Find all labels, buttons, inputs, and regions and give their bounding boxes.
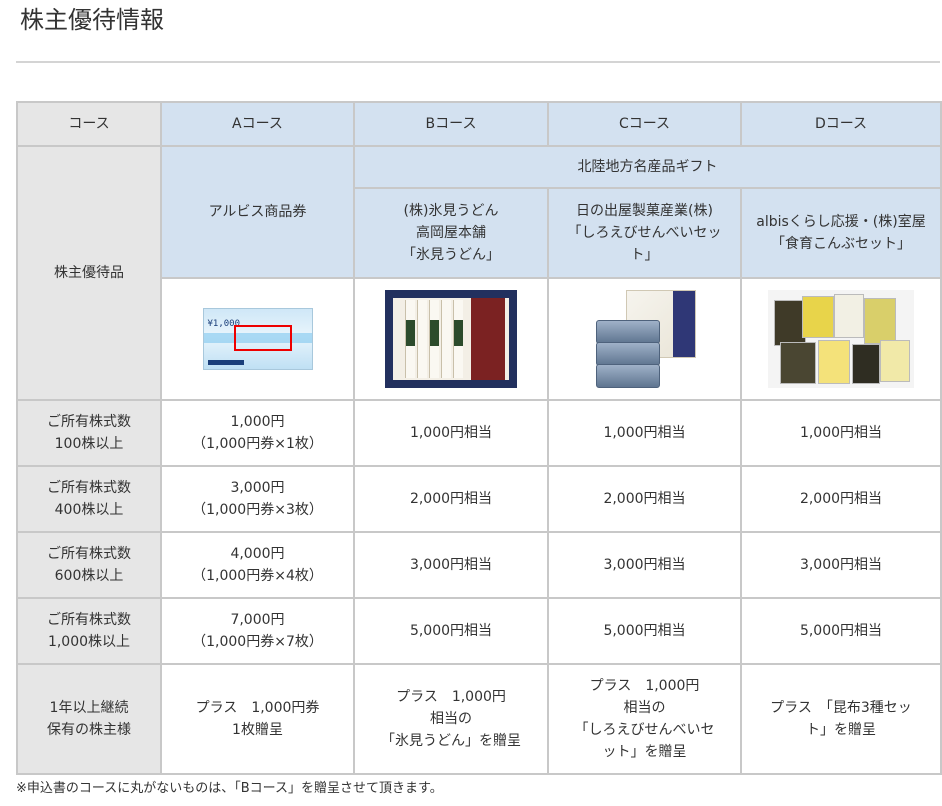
product-image-d	[740, 277, 942, 401]
benefits-table: コース Aコース Bコース Cコース Dコース 株主優待品 アルビス商品券 北陸…	[16, 101, 942, 775]
course-b-value: 1,000円相当	[353, 399, 549, 467]
page-title: 株主優待情報	[20, 6, 164, 34]
longterm-course-c: プラス 1,000円 相当の 「しろえびせんべいセ ット」を贈呈	[547, 663, 742, 775]
footnote: ※申込書のコースに丸がないものは、「Bコース」を贈呈させて頂きます。	[16, 781, 443, 796]
udon-box-image	[385, 290, 517, 388]
table-row: ご所有株式数 1,000株以上 7,000円 （1,000円券×7枚） 5,00…	[16, 597, 942, 665]
course-c-value: 2,000円相当	[547, 465, 742, 533]
course-b-value: 3,000円相当	[353, 531, 549, 599]
course-d-value: 1,000円相当	[740, 399, 942, 467]
shares-label: ご所有株式数 400株以上	[16, 465, 162, 533]
gift-voucher-image: ¥1,000	[202, 308, 313, 370]
course-a-value: 4,000円 （1,000円券×4枚）	[160, 531, 355, 599]
konbu-set-image	[768, 290, 914, 388]
course-d-value: 5,000円相当	[740, 597, 942, 665]
course-a-value: 3,000円 （1,000円券×3枚）	[160, 465, 355, 533]
table-header-row: コース Aコース Bコース Cコース Dコース	[16, 101, 942, 147]
product-b: (株)氷見うどん 高岡屋本舗 「氷見うどん」	[353, 187, 549, 279]
header-course-a: Aコース	[160, 101, 355, 147]
longterm-label: 1年以上継続 保有の株主様	[16, 663, 162, 775]
title-divider	[16, 61, 940, 63]
longterm-row: 1年以上継続 保有の株主様 プラス 1,000円券 1枚贈呈 プラス 1,000…	[16, 663, 942, 775]
table-row: ご所有株式数 400株以上 3,000円 （1,000円券×3枚） 2,000円…	[16, 465, 942, 533]
shares-label: ご所有株式数 1,000株以上	[16, 597, 162, 665]
product-image-c	[547, 277, 742, 401]
course-a-value: 1,000円 （1,000円券×1枚）	[160, 399, 355, 467]
product-label: 株主優待品	[16, 145, 162, 401]
senbei-set-image	[595, 290, 696, 388]
header-course-d: Dコース	[740, 101, 942, 147]
table-row: ご所有株式数 100株以上 1,000円 （1,000円券×1枚） 1,000円…	[16, 399, 942, 467]
table-row: 株主優待品 アルビス商品券 北陸地方名産品ギフト	[16, 145, 942, 401]
shares-label: ご所有株式数 600株以上	[16, 531, 162, 599]
course-d-value: 3,000円相当	[740, 531, 942, 599]
product-d: albisくらし応援・(株)室屋 「食育こんぶセット」	[740, 187, 942, 279]
header-course-c: Cコース	[547, 101, 742, 147]
course-c-value: 1,000円相当	[547, 399, 742, 467]
shares-label: ご所有株式数 100株以上	[16, 399, 162, 467]
course-c-value: 3,000円相当	[547, 531, 742, 599]
longterm-course-b: プラス 1,000円 相当の 「氷見うどん」を贈呈	[353, 663, 549, 775]
course-c-value: 5,000円相当	[547, 597, 742, 665]
longterm-course-d: プラス 「昆布3種セッ ト」を贈呈	[740, 663, 942, 775]
table-row: ご所有株式数 600株以上 4,000円 （1,000円券×4枚） 3,000円…	[16, 531, 942, 599]
header-course-b: Bコース	[353, 101, 549, 147]
course-b-value: 2,000円相当	[353, 465, 549, 533]
product-c: 日の出屋製菓産業(株) 「しろえびせんべいセッ ト」	[547, 187, 742, 279]
course-a-value: 7,000円 （1,000円券×7枚）	[160, 597, 355, 665]
header-course: コース	[16, 101, 162, 147]
course-b-value: 5,000円相当	[353, 597, 549, 665]
product-image-b	[353, 277, 549, 401]
hokuriku-gift-label: 北陸地方名産品ギフト	[353, 145, 942, 189]
product-a: アルビス商品券	[160, 145, 355, 279]
product-image-a: ¥1,000	[160, 277, 355, 401]
longterm-course-a: プラス 1,000円券 1枚贈呈	[160, 663, 355, 775]
course-d-value: 2,000円相当	[740, 465, 942, 533]
